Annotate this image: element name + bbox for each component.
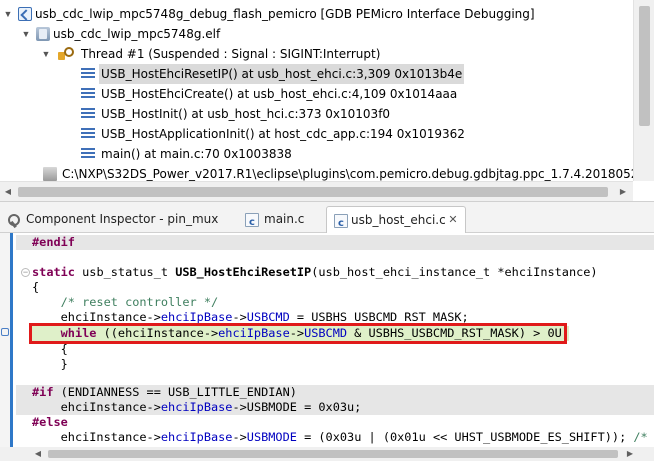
code-line: { [32, 342, 68, 357]
stack-frame-row[interactable]: USB_HostApplicationInit() at host_cdc_ap… [0, 124, 633, 144]
scroll-right-icon[interactable]: ▶ [622, 445, 638, 461]
code-line: /* reset controller */ [32, 295, 219, 310]
stack-frame-icon [81, 88, 95, 100]
field: ehciIpBase [160, 430, 233, 444]
brace: { [60, 342, 68, 356]
scroll-thumb[interactable] [48, 450, 618, 458]
elf-label: usb_cdc_lwip_mpc5748g.elf [53, 27, 221, 41]
debug-view: ▼ usb_cdc_lwip_mpc5748g_debug_flash_pemi… [0, 0, 654, 201]
wrench-icon [6, 213, 20, 227]
process-icon [43, 167, 57, 181]
debug-horizontal-scrollbar[interactable]: ◀ ▶ [0, 181, 633, 201]
launch-config-label: usb_cdc_lwip_mpc5748g_debug_flash_pemicr… [35, 7, 535, 21]
suspended-thread-icon [58, 47, 74, 61]
tab-label: main.c [264, 212, 305, 226]
stack-frame-icon [81, 68, 95, 80]
tab-label: usb_host_ehci.c [351, 213, 446, 227]
tab-label: Component Inspector - pin_mux [26, 212, 219, 226]
stack-frame-label: USB_HostEhciCreate() at usb_host_ehci.c:… [101, 87, 458, 101]
type-name: usb_status_t [82, 265, 169, 279]
close-icon[interactable]: ✕ [447, 207, 459, 233]
expr: -> [232, 400, 247, 414]
expr: ehciInstance-> [60, 430, 161, 444]
field: USBMODE [246, 430, 297, 444]
editor-tab-bar: Component Inspector - pin_mux main.c usb… [0, 201, 654, 237]
debug-vertical-scrollbar[interactable] [633, 0, 654, 181]
editor-ruler [0, 233, 13, 447]
stack-frame-row[interactable]: main() at main.c:70 0x1003838 [0, 144, 633, 164]
collapse-arrow-icon[interactable]: ▼ [20, 24, 32, 44]
change-ruler [10, 233, 13, 447]
keyword: static [32, 265, 75, 279]
gdb-process-row[interactable]: C:\NXP\S32DS_Power_v2017.R1\eclipse\plug… [0, 164, 633, 181]
brace: { [32, 280, 40, 294]
highlight-annotation-box [29, 323, 567, 344]
stack-frame-row[interactable]: USB_HostEhciCreate() at usb_host_ehci.c:… [0, 84, 633, 104]
params: (usb_host_ehci_instance_t *ehciInstance) [311, 265, 598, 279]
stack-frame-label: USB_HostEhciResetIP() at usb_host_ehci.c… [99, 64, 465, 84]
fold-collapse-icon[interactable]: − [21, 268, 30, 277]
brace: } [60, 357, 68, 371]
expr: ehciInstance-> [60, 400, 161, 414]
field: USBCMD [246, 310, 290, 324]
stack-frame-icon [81, 108, 95, 120]
stack-frame-row[interactable]: USB_HostEhciResetIP() at usb_host_ehci.c… [0, 64, 633, 84]
scroll-left-icon[interactable]: ◀ [0, 183, 16, 201]
expr: USBMODE = 0x03u; [246, 400, 362, 414]
expr: (ENDIANNESS == USB_LITTLE_ENDIAN) [53, 385, 297, 399]
gdb-process-label: C:\NXP\S32DS_Power_v2017.R1\eclipse\plug… [62, 167, 633, 181]
c-file-icon [245, 210, 259, 236]
stack-frame-icon [81, 128, 95, 140]
launch-config-row[interactable]: ▼ usb_cdc_lwip_mpc5748g_debug_flash_pemi… [0, 4, 633, 24]
code-line: ehciInstance->ehciIpBase->USBMODE = 0x03… [16, 400, 654, 415]
scroll-left-icon[interactable]: ◀ [30, 445, 46, 461]
scroll-thumb[interactable] [639, 6, 650, 126]
code-line: { [32, 280, 39, 295]
collapse-arrow-icon[interactable]: ▼ [40, 44, 52, 64]
editor-horizontal-scrollbar[interactable]: ◀ ▶ [0, 447, 654, 461]
tab-component-inspector[interactable]: Component Inspector - pin_mux [2, 206, 220, 234]
thread-row[interactable]: ▼ Thread #1 (Suspended : Signal : SIGINT… [0, 44, 633, 64]
stack-frame-label: USB_HostInit() at usb_host_hci.c:373 0x1… [101, 107, 391, 121]
scroll-right-icon[interactable]: ▶ [615, 183, 631, 201]
c-file-icon [334, 211, 348, 237]
stack-frame-label: main() at main.c:70 0x1003838 [101, 147, 292, 161]
collapse-arrow-icon[interactable]: ▼ [2, 4, 14, 24]
field: ehciIpBase [160, 400, 233, 414]
elf-row[interactable]: ▼ usb_cdc_lwip_mpc5748g.elf [0, 24, 633, 44]
code-line: } [32, 357, 68, 372]
expr: ehciInstance-> [60, 310, 161, 324]
tab-main-c[interactable]: main.c [242, 206, 316, 236]
stack-frame-icon [81, 148, 95, 160]
expr: = USBHS_USBCMD_RST_MASK; [289, 310, 469, 324]
code-line: static usb_status_t USB_HostEhciResetIP(… [32, 265, 598, 280]
expr: -> [232, 430, 247, 444]
scroll-thumb[interactable] [18, 187, 608, 197]
thread-label: Thread #1 (Suspended : Signal : SIGINT:I… [81, 47, 381, 61]
code-editor[interactable]: #endif − static usb_status_t USB_HostEhc… [0, 233, 654, 447]
code-line: ehciInstance->ehciIpBase->USBMODE = (0x0… [32, 430, 654, 445]
launch-config-icon [18, 7, 32, 21]
field: ehciIpBase [160, 310, 233, 324]
instruction-pointer-icon [1, 328, 9, 336]
preprocessor-else: #else [32, 415, 68, 429]
preprocessor-endif: #endif [32, 235, 75, 249]
code-line: #endif [16, 235, 654, 250]
elf-binary-icon [36, 27, 50, 41]
stack-frame-row[interactable]: USB_HostInit() at usb_host_hci.c:373 0x1… [0, 104, 633, 124]
function-name: USB_HostEhciResetIP [175, 265, 312, 279]
preprocessor-if: #if [32, 385, 54, 399]
tab-usb-host-ehci-c[interactable]: usb_host_ehci.c ✕ [326, 206, 466, 237]
expr: = (0x03u | (0x01u << UHST_USBMODE_ES_SHI… [296, 430, 634, 444]
code-comment: /* reset controller */ [60, 295, 219, 309]
code-line: #if (ENDIANNESS == USB_LITTLE_ENDIAN) [16, 385, 654, 400]
code-line: #else [32, 415, 68, 430]
expr: -> [232, 310, 247, 324]
stack-frame-label: USB_HostApplicationInit() at host_cdc_ap… [101, 127, 465, 141]
code-comment: /* se [633, 430, 648, 444]
